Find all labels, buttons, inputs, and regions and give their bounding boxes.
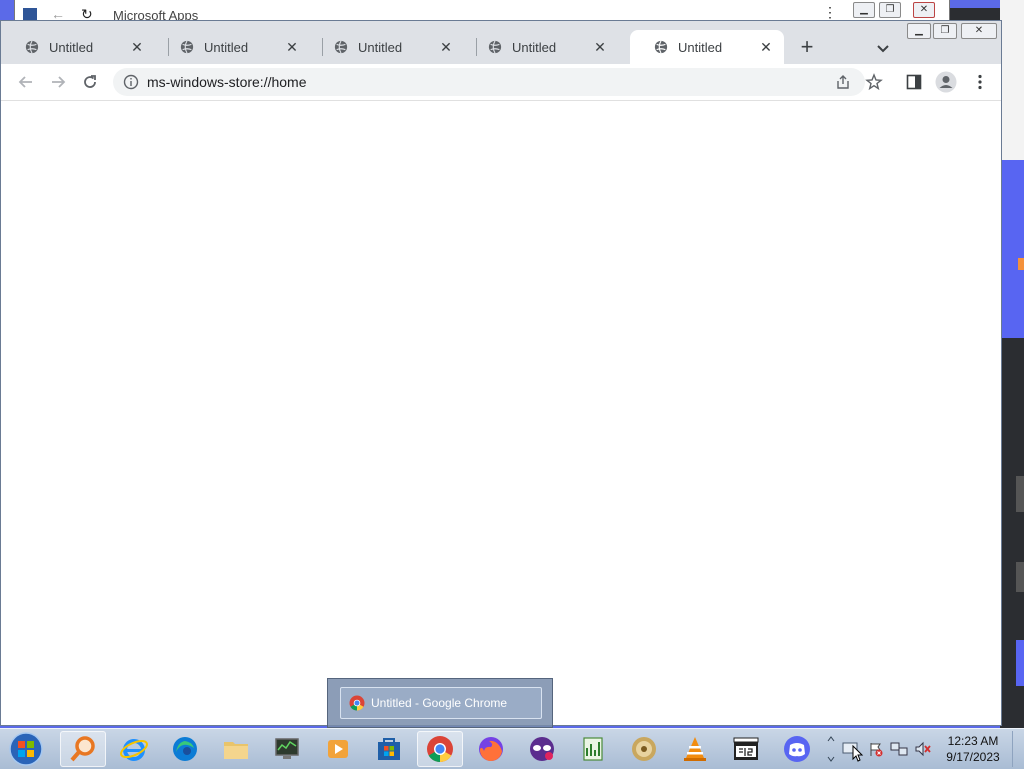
microsoft-store-app[interactable] [366,731,412,767]
system-clock[interactable]: 12:23 AM 9/17/2023 [938,733,1008,765]
background-app-top [1000,0,1024,160]
tab-search-icon[interactable] [873,38,893,58]
minimize-button[interactable]: ▁ [853,2,875,18]
back-icon[interactable] [17,73,35,91]
taskbar-preview: Untitled - Google Chrome [327,678,553,728]
info-icon[interactable] [123,74,139,90]
network-icon[interactable] [890,741,908,757]
globe-icon [25,40,39,54]
start-button[interactable] [6,731,46,767]
background-app-indicator [1016,562,1024,592]
background-app-strip [1000,0,1024,728]
preview-window-item[interactable]: Untitled - Google Chrome [340,687,542,719]
media-player-app[interactable] [315,731,361,767]
url-text[interactable]: ms-windows-store://home [147,74,307,90]
globe-icon [488,40,502,54]
discord-icon [784,736,810,762]
clock-time: 12:23 AM [947,734,999,748]
menu-icon[interactable]: ⋮ [823,4,837,21]
browser-toolbar: ms-windows-store://home [1,64,1001,101]
chrome-icon [349,695,365,711]
internet-explorer-app[interactable] [111,731,157,767]
close-button[interactable]: ✕ [961,23,997,39]
chrome-app[interactable] [417,731,463,767]
show-desktop-button[interactable] [1012,731,1023,767]
tab-strip: Untitled ✕ Untitled ✕ Untitled ✕ Untitle… [1,21,1001,64]
mouse-cursor-icon [852,745,864,762]
media-player-icon [328,740,348,758]
taskbar: 12:23 AM 9/17/2023 [0,728,1024,769]
vlc-icon [684,737,706,761]
edge-app[interactable] [162,731,208,767]
firefox-icon [479,737,503,762]
mask-icon [530,737,554,761]
clapper-icon [733,737,759,760]
tab[interactable]: Untitled ✕ [310,30,464,64]
clock-date: 9/17/2023 [946,750,1000,764]
close-button[interactable]: ✕ [913,2,935,18]
side-panel-icon[interactable] [905,73,923,91]
background-app-banner [1000,160,1024,338]
tab[interactable]: Untitled ✕ [156,30,310,64]
minimize-button[interactable]: ▁ [907,23,931,39]
reload-icon[interactable] [81,73,99,91]
star-icon[interactable] [865,73,883,91]
internet-explorer-icon [120,739,148,761]
forward-icon[interactable] [49,73,67,91]
background-app-indicator [1016,476,1024,512]
tab-label: Untitled [678,39,723,55]
discord-app[interactable] [774,731,820,767]
magnifier-icon [70,736,95,762]
disc-icon [632,737,656,761]
edge-icon [173,737,197,761]
maximize-button[interactable]: ❐ [933,23,957,39]
profile-icon[interactable] [935,71,957,93]
globe-icon [654,40,668,54]
chrome-icon [427,736,453,763]
close-icon[interactable]: ✕ [438,39,454,55]
close-icon[interactable]: ✕ [129,39,145,55]
mask-app[interactable] [519,731,565,767]
disc-burner-app[interactable] [621,731,667,767]
preview-label: Untitled - Google Chrome [371,696,508,710]
system-monitor-app[interactable] [264,731,310,767]
vlc-app[interactable] [672,731,718,767]
menu-icon[interactable] [971,73,989,91]
background-app-indicator [1016,640,1024,686]
store-icon [378,738,400,760]
video-counter-app[interactable] [723,731,769,767]
tab[interactable]: Untitled ✕ [1,30,155,64]
tab-label: Untitled [49,39,94,55]
tab-label: Untitled [204,39,249,55]
close-icon[interactable]: ✕ [284,39,300,55]
tab-label: Untitled [358,39,403,55]
globe-icon [180,40,194,54]
search-everything-app[interactable] [60,731,106,767]
scroll-arrows-icon[interactable] [826,731,836,767]
volume-muted-icon[interactable] [914,741,932,757]
background-app-marker [1018,258,1024,270]
chart-app-icon [583,737,603,761]
address-bar[interactable]: ms-windows-store://home [113,68,865,96]
globe-icon [334,40,348,54]
spreadsheet-app[interactable] [570,731,616,767]
file-explorer-app[interactable] [213,731,259,767]
monitor-icon [275,738,299,759]
tab[interactable]: Untitled ✕ [464,30,618,64]
share-icon[interactable] [835,74,851,90]
maximize-button[interactable]: ❐ [879,2,901,18]
tab-active[interactable]: Untitled ✕ [630,30,784,64]
action-center-flag-icon[interactable] [868,741,884,757]
page-content[interactable] [1,101,1001,725]
chrome-window: Untitled ✕ Untitled ✕ Untitled ✕ Untitle… [0,20,1002,726]
new-tab-button[interactable]: + [795,36,819,60]
close-icon[interactable]: ✕ [592,39,608,55]
tab-label: Untitled [512,39,557,55]
firefox-app[interactable] [468,731,514,767]
folder-icon [224,742,248,759]
close-icon[interactable]: ✕ [758,39,774,55]
